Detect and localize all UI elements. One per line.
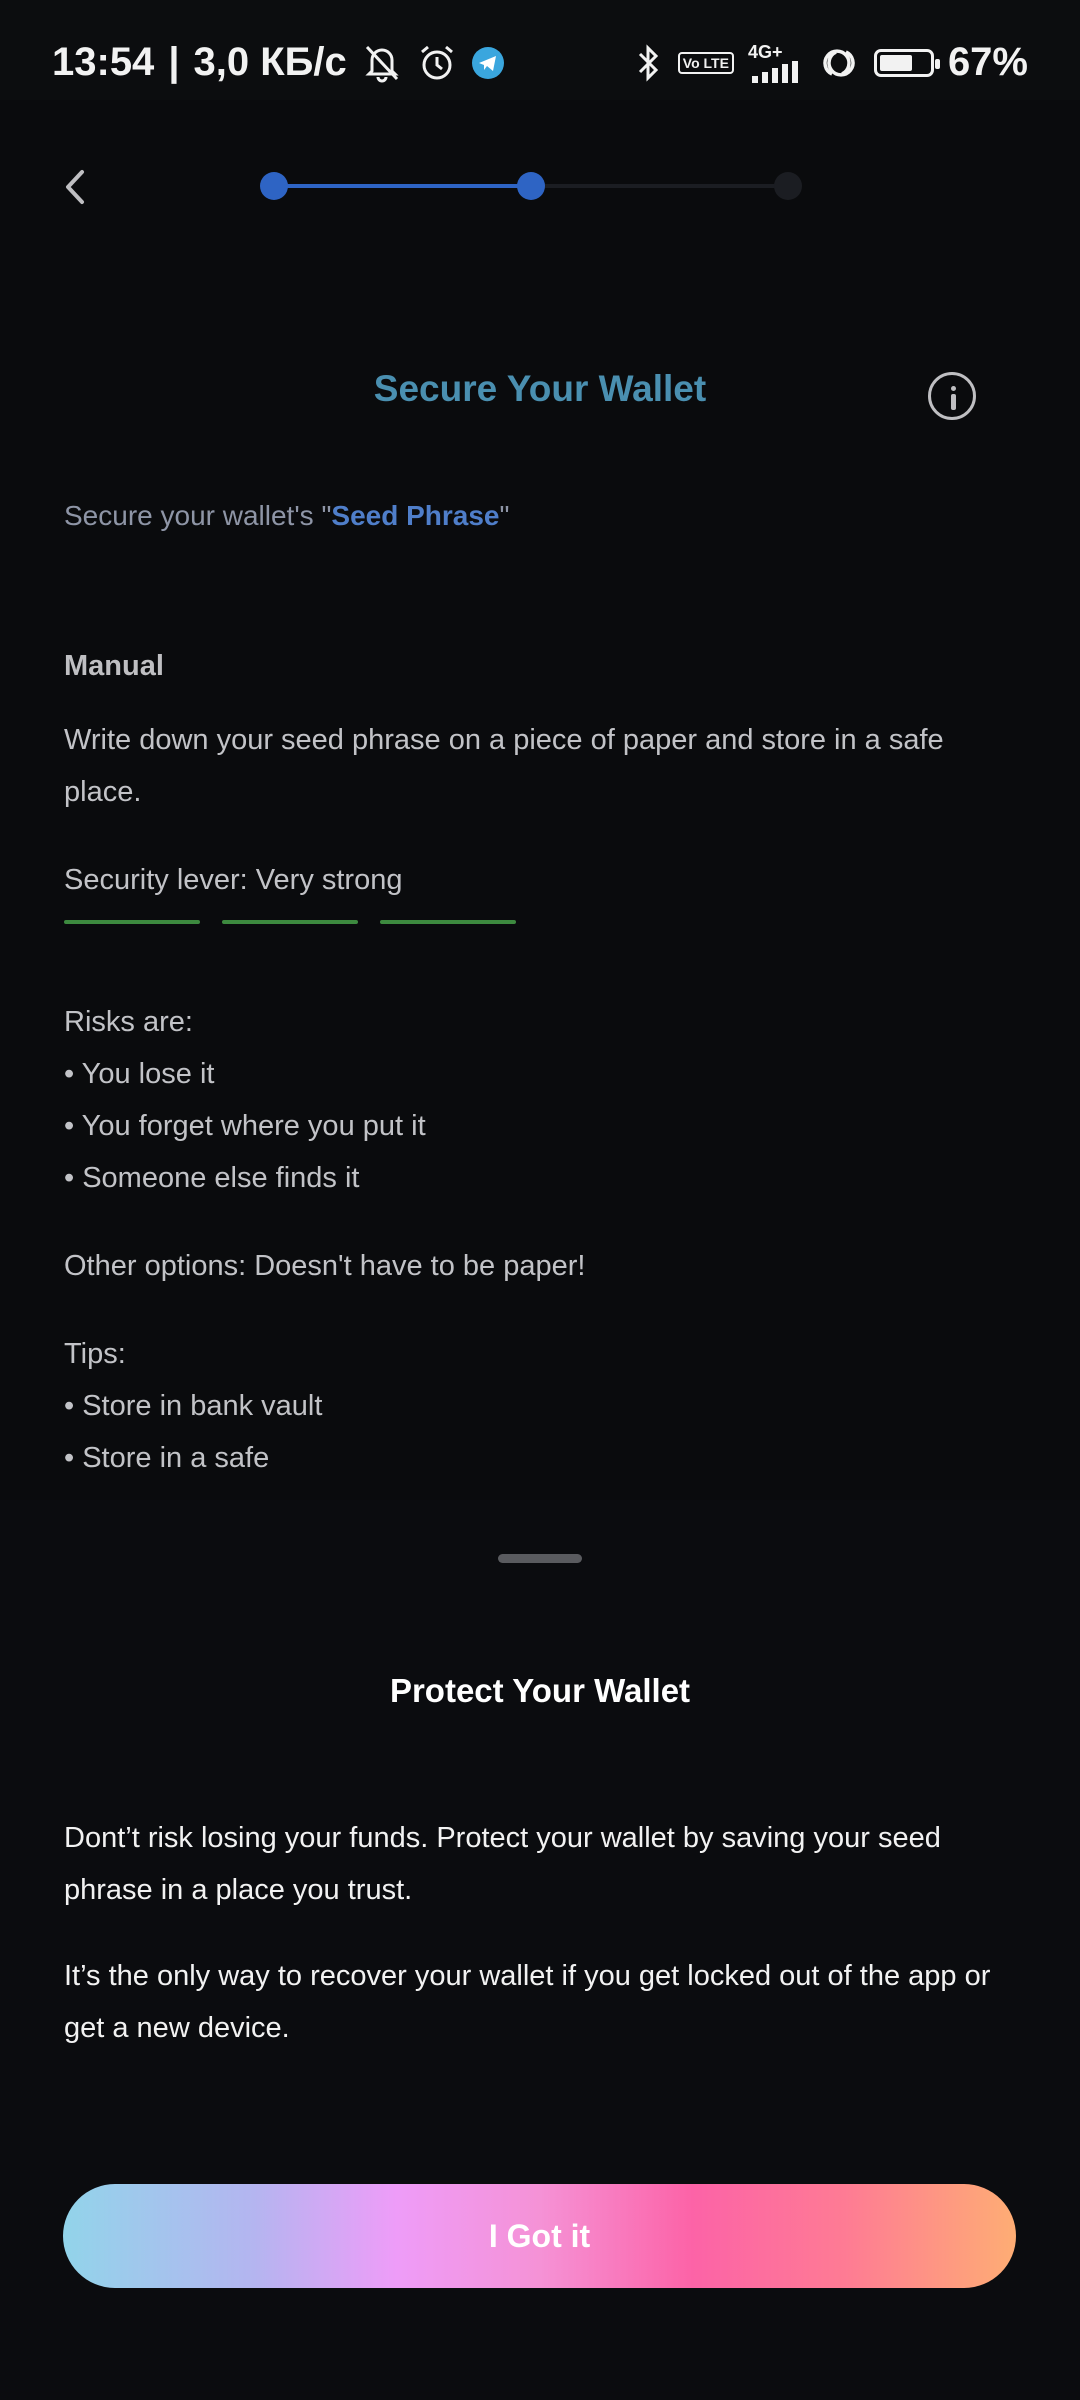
security-meter-segment [64,920,200,924]
risks-group: Risks are: • You lose it • You forget wh… [64,996,1024,1204]
i-got-it-button[interactable]: I Got it [63,2184,1016,2288]
section-heading: Manual [64,650,164,682]
tips-group: Tips: • Store in bank vault • Store in a… [64,1328,1024,1484]
other-options: Other options: Doesn't have to be paper! [64,1250,586,1282]
list-item: • Store in a safe [64,1442,270,1474]
list-item: • Someone else finds it [64,1162,360,1194]
battery-icon [873,48,940,77]
chevron-left-icon [66,170,84,204]
security-meter-segment [380,920,516,924]
info-icon[interactable] [928,372,976,420]
muted-bell-icon [361,43,403,83]
network-speed: 3,0 КБ/с [193,40,347,84]
security-level-label: Security lever: Very strong [64,864,403,896]
page-title: Secure Your Wallet [373,368,707,409]
step-dot [517,172,545,200]
subtitle-prefix: Secure your wallet's " [64,500,332,531]
list-item: • Store in bank vault [64,1390,323,1422]
sheet-title: Protect Your Wallet [389,1672,691,1709]
manual-description: Write down your seed phrase on a piece o… [64,724,944,808]
hotspot-icon [818,46,860,80]
status-right: Vo LTE 4G+ 67% [634,40,1028,85]
status-separator: | [168,40,180,84]
progress-stepper [260,172,802,200]
risks-title: Risks are: [64,1006,193,1038]
alarm-icon [417,43,457,83]
battery-percent: 67% [947,40,1028,84]
back-button[interactable] [56,162,96,212]
bluetooth-icon [634,43,664,83]
subtitle: Secure your wallet's "Seed Phrase" [64,500,509,532]
list-item: • You lose it [64,1058,215,1090]
seed-phrase-highlight: Seed Phrase [331,500,500,531]
battery-fill [879,54,912,71]
step-dot [774,172,802,200]
sheet-paragraph: Dont’t risk losing your funds. Protect y… [64,1822,941,1906]
telegram-icon [471,46,505,80]
signal-icon: 4G+ [748,43,804,83]
manual-section[interactable]: Manual Write down your seed phrase on a … [64,640,1024,1495]
step-connector [274,184,531,188]
bottom-sheet: Protect Your Wallet Dont’t risk losing y… [0,1500,1080,2400]
step-dot [260,172,288,200]
tips-title: Tips: [64,1338,126,1370]
clock: 13:54 [52,40,155,84]
volte-icon: Vo LTE [677,51,734,74]
status-left: 13:54 | 3,0 КБ/с [52,40,505,85]
status-bar: 13:54 | 3,0 КБ/с Vo LTE 4G+ 67% [0,0,1080,100]
step-connector [531,184,788,188]
sheet-drag-handle[interactable] [498,1554,582,1563]
security-meter [64,920,1024,924]
subtitle-suffix: " [499,500,510,531]
sheet-paragraph: It’s the only way to recover your wallet… [64,1960,991,2044]
security-meter-segment [222,920,358,924]
list-item: • You forget where you put it [64,1110,426,1142]
network-type: 4G+ [747,41,783,62]
